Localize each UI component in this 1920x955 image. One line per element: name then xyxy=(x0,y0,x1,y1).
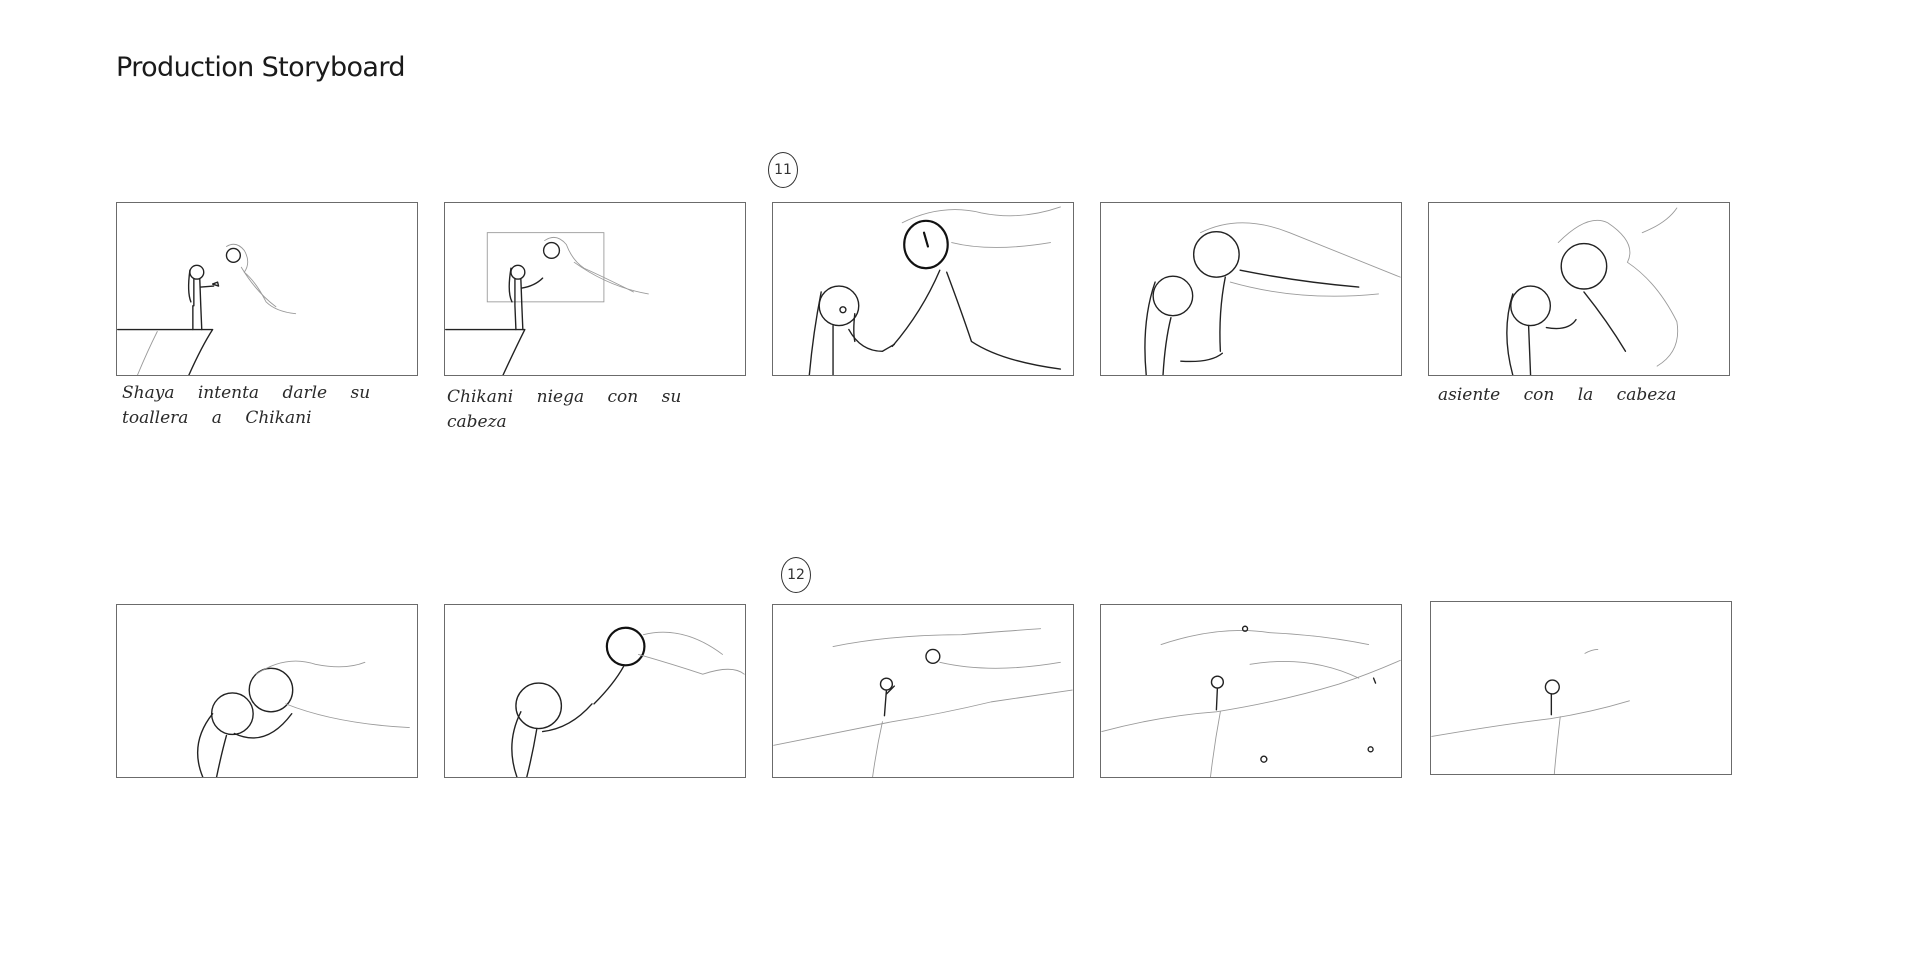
sketch-figure-offering xyxy=(117,243,297,375)
storyboard-panel-4[interactable] xyxy=(1100,202,1402,376)
sketch-wide-departure xyxy=(773,628,1073,777)
panel-2-caption: Chikani niega con su cabeza xyxy=(447,387,682,432)
sketch-letting-go xyxy=(511,626,745,777)
panel-5-caption: asiente con la cabeza xyxy=(1438,385,1677,405)
storyboard-panel-5[interactable] xyxy=(1428,202,1730,376)
shot-number-12: 12 xyxy=(781,557,811,593)
storyboard-panel-6[interactable] xyxy=(116,604,418,778)
storyboard-panel-2[interactable] xyxy=(444,202,746,376)
storyboard-panel-9[interactable] xyxy=(1100,604,1402,778)
sketch-nod xyxy=(1506,207,1679,375)
storyboard-panel-7[interactable] xyxy=(444,604,746,778)
panel-1-caption: Shaya intenta darle su toallera a Chikan… xyxy=(122,383,371,428)
storyboard-panel-10[interactable] xyxy=(1430,601,1732,775)
page-title: Production Storyboard xyxy=(116,52,406,83)
storyboard-panel-3[interactable] xyxy=(772,202,1074,376)
storyboard-panel-1[interactable] xyxy=(116,202,418,376)
sketch-figure-refusing xyxy=(445,232,649,375)
sketch-particles xyxy=(1101,625,1401,777)
sketch-closeup-reach xyxy=(808,206,1062,375)
sketch-hug xyxy=(197,660,410,777)
shot-number-11: 11 xyxy=(768,152,798,188)
storyboard-panel-8[interactable] xyxy=(772,604,1074,778)
sketch-embrace-closeup xyxy=(1144,222,1401,375)
sketch-alone-on-cliff xyxy=(1431,649,1630,774)
